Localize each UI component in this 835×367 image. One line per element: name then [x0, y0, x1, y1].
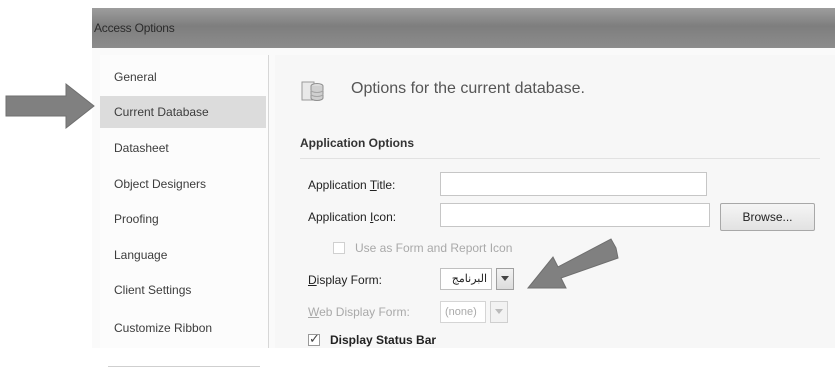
display-status-bar-label: Display Status Bar — [330, 333, 437, 347]
sidebar-item-customize-ribbon[interactable]: Customize Ribbon — [100, 312, 266, 344]
sidebar-item-proofing[interactable]: Proofing — [100, 203, 266, 235]
sidebar-item-datasheet[interactable]: Datasheet — [100, 132, 266, 164]
application-icon-label: Application Icon: — [308, 210, 397, 224]
browse-button[interactable]: Browse... — [720, 203, 815, 231]
window-title: Access Options — [94, 21, 175, 35]
page-title: Options for the current database. — [351, 80, 585, 97]
use-as-form-icon-checkbox[interactable] — [333, 242, 345, 254]
title-bar: Access Options — [92, 8, 835, 48]
section-divider — [300, 158, 820, 159]
chevron-down-icon — [495, 309, 503, 314]
database-icon — [301, 81, 324, 101]
sidebar-item-object-designers[interactable]: Object Designers — [100, 168, 266, 200]
sidebar-item-current-database[interactable]: Current Database — [100, 96, 266, 128]
display-form-label: Display Form: — [308, 273, 383, 287]
application-title-label: Application Title: — [308, 178, 396, 192]
sidebar-item-language[interactable]: Language — [100, 239, 266, 271]
application-icon-input[interactable] — [440, 203, 710, 227]
section-heading: Application Options — [300, 136, 414, 150]
display-status-bar-checkbox[interactable]: ✓ — [308, 331, 320, 346]
check-icon: ✓ — [309, 331, 320, 346]
sidebar-item-client-settings[interactable]: Client Settings — [100, 274, 266, 306]
gray-arrow-right-icon — [5, 82, 95, 130]
sidebar-item-general[interactable]: General — [100, 61, 266, 93]
web-display-form-select[interactable]: (none) — [440, 301, 486, 323]
gray-arrow-left-down-icon — [526, 238, 619, 289]
display-form-select[interactable]: البرنامج — [440, 268, 492, 290]
chevron-down-icon — [501, 276, 509, 281]
display-form-dropdown-button[interactable] — [496, 268, 514, 290]
application-title-input[interactable] — [440, 172, 707, 196]
use-as-form-icon-label: Use as Form and Report Icon — [355, 241, 513, 255]
web-display-form-dropdown-button[interactable] — [490, 301, 508, 323]
options-sidebar: General Current Database Datasheet Objec… — [100, 55, 269, 367]
web-display-form-label: Web Display Form: — [308, 305, 410, 319]
